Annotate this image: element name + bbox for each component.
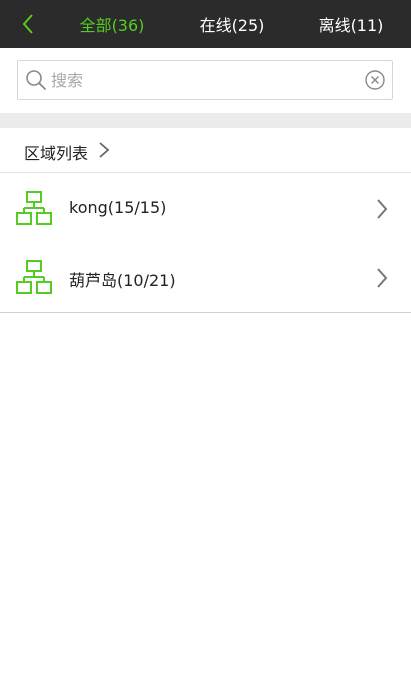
back-button[interactable] bbox=[14, 10, 42, 38]
chevron-left-icon bbox=[22, 14, 33, 34]
network-tree-icon bbox=[16, 260, 52, 294]
tab-online[interactable]: 在线(25) bbox=[188, 0, 276, 48]
chevron-right-icon bbox=[99, 142, 110, 158]
tab-all[interactable]: 全部(36) bbox=[66, 0, 158, 48]
tab-offline[interactable]: 离线(11) bbox=[306, 0, 396, 48]
chevron-right-icon bbox=[377, 268, 388, 288]
region-list-header[interactable]: 区域列表 bbox=[0, 128, 411, 173]
clear-icon[interactable] bbox=[364, 69, 386, 91]
area-label: kong(15/15) bbox=[69, 198, 167, 217]
search-icon bbox=[26, 70, 46, 90]
search-input[interactable] bbox=[51, 66, 351, 94]
top-bar: 全部(36) 在线(25) 离线(11) bbox=[0, 0, 411, 48]
region-list-title: 区域列表 bbox=[24, 144, 89, 163]
network-tree-icon bbox=[16, 191, 52, 225]
area-label: 葫芦岛(10/21) bbox=[69, 271, 176, 290]
section-divider bbox=[0, 113, 411, 128]
chevron-right-icon bbox=[377, 199, 388, 219]
list-item-area-kong[interactable]: kong(15/15) bbox=[0, 174, 411, 244]
list-item-area-huludao[interactable]: 葫芦岛(10/21) bbox=[0, 243, 411, 313]
search-section bbox=[0, 48, 411, 113]
search-box[interactable] bbox=[17, 60, 393, 100]
